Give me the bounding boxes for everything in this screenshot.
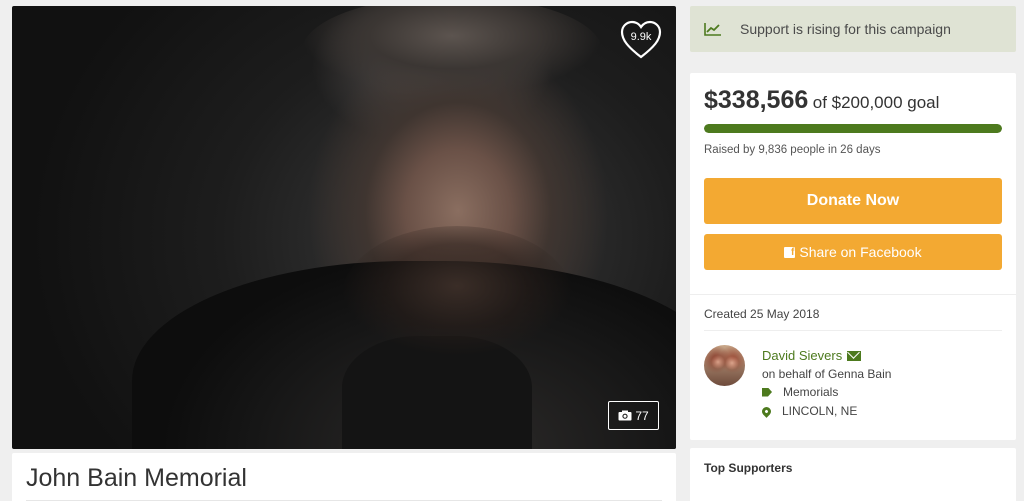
share-label: Share on Facebook — [799, 244, 922, 260]
facebook-icon: f — [784, 246, 796, 258]
donation-panel: $338,566 of $200,000 goal Raised by 9,83… — [690, 73, 1016, 440]
top-supporters-heading: Top Supporters — [704, 461, 793, 475]
campaign-title-card: John Bain Memorial — [12, 453, 676, 501]
campaign-hero-image[interactable]: 9.9k 77 — [12, 6, 676, 449]
category-row[interactable]: Memorials — [762, 385, 838, 399]
trending-up-icon — [704, 23, 721, 36]
created-date: Created 25 May 2018 — [704, 307, 820, 321]
donate-now-button[interactable]: Donate Now — [704, 178, 1002, 224]
map-pin-icon — [760, 404, 773, 418]
photo-gallery-button[interactable]: 77 — [608, 401, 659, 430]
organizer-avatar[interactable] — [704, 345, 745, 386]
progress-fill — [704, 124, 1002, 133]
category-label: Memorials — [783, 385, 839, 399]
progress-bar — [704, 124, 1002, 133]
rising-text: Support is rising for this campaign — [740, 21, 951, 37]
hero-photo-beard — [342, 226, 572, 366]
heart-button[interactable]: 9.9k — [620, 20, 664, 60]
amount-line: $338,566 of $200,000 goal — [704, 86, 939, 115]
tag-icon — [762, 387, 772, 397]
organizer-link[interactable]: David Sievers — [762, 348, 862, 363]
share-facebook-button[interactable]: f Share on Facebook — [704, 234, 1002, 270]
raised-by-text: Raised by 9,836 people in 26 days — [704, 144, 881, 156]
goal-text: of $200,000 goal — [812, 93, 940, 112]
camera-icon — [618, 410, 632, 421]
heart-count: 9.9k — [630, 31, 652, 43]
envelope-icon[interactable] — [847, 350, 862, 361]
created-divider — [704, 330, 1002, 331]
photo-count: 77 — [635, 408, 649, 423]
location-label: LINCOLN, NE — [782, 404, 858, 418]
campaign-title: John Bain Memorial — [26, 464, 247, 492]
location-row: LINCOLN, NE — [760, 404, 858, 418]
amount-raised: $338,566 — [704, 86, 809, 114]
organizer-name: David Sievers — [762, 348, 843, 363]
top-supporters-card: Top Supporters — [690, 448, 1016, 501]
hero-photo-hair — [302, 6, 602, 106]
panel-divider — [690, 294, 1016, 295]
rising-banner: Support is rising for this campaign — [690, 6, 1016, 52]
on-behalf-text: on behalf of Genna Bain — [762, 367, 892, 381]
